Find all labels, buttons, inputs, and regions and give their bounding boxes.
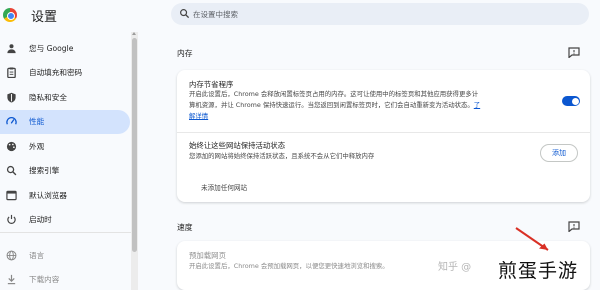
sidebar-item-search-engine[interactable]: 搜索引擎 [0,159,133,184]
scroll-up-arrow-icon[interactable] [132,32,136,35]
download-icon [5,274,17,286]
sidebar-item-label: 下载内容 [29,275,60,285]
sidebar-item-default-browser[interactable]: 默认浏览器 [0,183,133,208]
toggle-knob [571,97,579,105]
chrome-logo-icon [3,8,17,22]
sidebar-item-performance[interactable]: 性能 [0,109,130,134]
sidebar-item-label: 隐私和安全 [29,92,67,102]
memory-saver-desc-text: 算机资源，并让 Chrome 保持快速运行。当您返回到闲置标签页时，它们会自动重… [189,101,474,109]
search-input[interactable] [193,3,573,25]
card-divider [177,132,590,133]
sidebar: 设置 您与 Google 自动填充和密码 隐私和安全 性能 外观 搜索引擎 默认… [0,0,133,290]
preload-desc: 开启此设置后，Chrome 会预加载网页，以便您更快速地浏览和搜索。 [189,262,389,270]
sidebar-item-label: 您与 Google [29,43,74,53]
red-arrow-annotation-icon [515,227,549,251]
sidebar-item-label: 性能 [29,117,45,127]
preload-title: 预加载网页 [189,251,226,260]
feedback-icon[interactable] [568,221,580,232]
memory-section-title: 内存 [177,49,193,58]
sidebar-divider [0,232,133,233]
add-site-button[interactable]: 添加 [540,144,578,162]
sidebar-item-on-startup[interactable]: 启动时 [0,208,133,233]
globe-icon [5,249,17,261]
learn-more-link-continued[interactable]: 解详情 [189,112,208,120]
sidebar-item-label: 语言 [29,250,45,260]
sidebar-item-downloads[interactable]: 下载内容 [0,268,133,290]
always-active-desc: 您添加的网站将始终保持活跃状态，且系统不会从它们中释放内存 [189,152,375,160]
speed-section-title: 速度 [177,223,193,232]
sidebar-item-you-and-google[interactable]: 您与 Google [0,36,133,61]
sidebar-item-languages[interactable]: 语言 [0,243,133,268]
sidebar-item-label: 外观 [29,141,45,151]
scrollbar-thumb[interactable] [132,38,137,252]
sidebar-nav: 您与 Google 自动填充和密码 隐私和安全 性能 外观 搜索引擎 默认浏览器… [0,36,133,290]
sidebar-item-privacy[interactable]: 隐私和安全 [0,85,133,110]
sidebar-item-label: 自动填充和密码 [29,68,83,78]
settings-search-bar[interactable] [171,3,589,25]
sidebar-item-appearance[interactable]: 外观 [0,134,133,159]
sidebar-item-label: 搜索引擎 [29,166,60,176]
power-icon [5,214,17,226]
memory-saver-desc-line1: 开启此设置后，Chrome 会释放闲置标签页占用的内存。这可让使用中的标签页和其… [189,90,479,98]
sidebar-item-label: 默认浏览器 [29,190,67,200]
palette-icon [5,140,17,152]
search-icon [180,9,190,19]
sidebar-item-label: 启动时 [29,215,52,225]
sidebar-scrollbar[interactable] [131,32,138,290]
memory-saver-desc-line3: 解详情 [189,111,208,122]
always-active-title: 始终让这些网站保持活动状态 [189,141,286,150]
app-header: 设置 [0,0,133,32]
overlay-caption: 煎蛋手游 [498,260,579,282]
browser-icon [5,189,17,201]
shield-icon [5,91,17,103]
clipboard-icon [5,67,17,79]
page-title: 设置 [31,10,58,25]
watermark: 知乎 @ [438,262,472,273]
person-icon [5,42,17,54]
search-icon [5,165,17,177]
sidebar-item-autofill[interactable]: 自动填充和密码 [0,61,133,86]
memory-saver-desc-line2: 算机资源，并让 Chrome 保持快速运行。当您返回到闲置标签页时，它们会自动重… [189,100,480,111]
speedometer-icon [5,116,17,128]
learn-more-link[interactable]: 了 [474,101,480,109]
memory-saver-toggle[interactable] [562,96,580,106]
feedback-icon[interactable] [568,47,580,58]
no-sites-text: 未添加任何网站 [201,184,248,192]
